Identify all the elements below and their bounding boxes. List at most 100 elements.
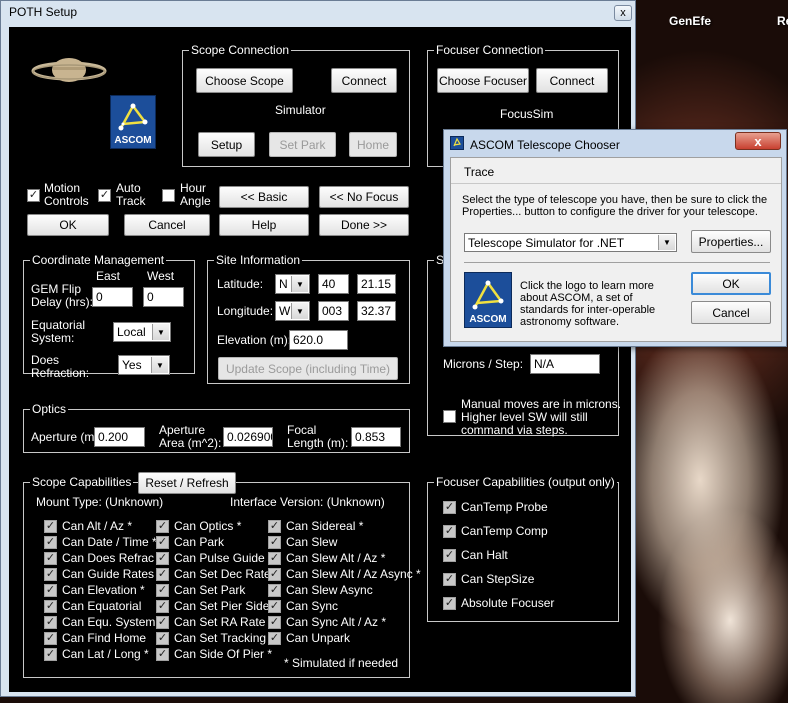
elevation-input[interactable]: 620.0 [289,330,348,350]
auto-track-label-2: Track [116,194,146,208]
capability-item: ✓ Can Set Pier Side [156,599,269,613]
chevron-down-icon[interactable]: ▼ [152,324,169,340]
choose-focuser-button[interactable]: Choose Focuser [437,68,529,93]
manual-moves-checkbox[interactable] [443,410,456,423]
focal-length-input[interactable]: 0.853 [351,427,401,447]
update-scope-button[interactable]: Update Scope (including Time) [218,357,398,380]
equatorial-system-select[interactable]: Local ▼ [113,322,171,342]
capability-item: ✓ CanTemp Probe [443,500,548,514]
microns-step-input[interactable]: N/A [530,354,600,374]
capability-label: Can Slew Alt / Az * [286,551,386,565]
focuser-capabilities-group: Focuser Capabilities (output only) ✓ CanT… [427,475,619,622]
ascom-logo[interactable]: ASCOM [464,272,512,328]
capability-checkbox: ✓ [44,583,57,597]
chevron-down-icon[interactable]: ▼ [658,235,675,250]
ascom-title-icon [450,136,464,150]
capability-label: Can Side Of Pier * [174,647,273,661]
reset-refresh-button[interactable]: Reset / Refresh [138,472,236,494]
home-button[interactable]: Home [349,132,397,157]
longitude-direction-select[interactable]: W ▼ [275,301,310,321]
west-label: West [147,269,175,283]
capability-label: Can Guide Rates [62,567,155,581]
capability-label: Can Slew Async [286,583,373,597]
gem-flip-west-input[interactable]: 0 [143,287,184,307]
capability-checkbox: ✓ [443,524,456,538]
capability-checkbox: ✓ [44,647,57,661]
scope-driver-label: Simulator [275,103,326,117]
capability-label: Can Slew Alt / Az Async * [286,567,421,581]
cancel-button[interactable]: Cancel [124,214,210,236]
focuser-connect-button[interactable]: Connect [536,68,608,93]
hour-angle-label-2: Angle [180,194,211,208]
capability-checkbox: ✓ [156,567,169,581]
setup-button[interactable]: Setup [198,132,255,157]
telescope-select[interactable]: Telescope Simulator for .NET ▼ [464,233,677,252]
close-button[interactable]: x [614,5,632,21]
gem-flip-east-input[interactable]: 0 [92,287,133,307]
capability-item: ✓ Can StepSize [443,572,534,586]
longitude-minutes-input[interactable]: 32.37 [357,301,396,321]
capability-checkbox: ✓ [156,647,169,661]
capability-label: Can Halt [461,548,508,562]
capability-label: Can Set Pier Side [174,599,270,613]
capability-checkbox: ✓ [268,631,281,645]
poth-client-area: ASCOM Scope Connection Choose Scope Conn… [9,27,631,692]
capability-item: ✓ Can Set RA Rate [156,615,265,629]
motion-controls-checkbox[interactable]: ✓ [27,189,40,202]
capability-item: ✓ Can Set Tracking [156,631,266,645]
capability-item: ✓ Can Sync [268,599,338,613]
aperture-input[interactable]: 0.200 [94,427,145,447]
latitude-minutes-input[interactable]: 21.15 [357,274,396,294]
capability-checkbox: ✓ [443,572,456,586]
focuser-driver-label: FocusSim [500,107,554,121]
chevron-down-icon[interactable]: ▼ [151,357,168,373]
longitude-degrees-input[interactable]: 003 [318,301,349,321]
auto-track-checkbox[interactable]: ✓ [98,189,111,202]
basic-button[interactable]: << Basic [219,186,309,208]
scope-connection-title: Scope Connection [189,43,292,57]
longitude-label: Longitude: [217,304,274,318]
microns-step-label: Microns / Step: [443,357,524,371]
chooser-cancel-button[interactable]: Cancel [691,301,771,324]
chevron-down-icon[interactable]: ▼ [291,303,308,319]
no-focus-button[interactable]: << No Focus [319,186,409,208]
east-label: East [96,269,121,283]
capability-checkbox: ✓ [156,631,169,645]
capability-item: ✓ Can Guide Rates [44,567,154,581]
latitude-label: Latitude: [217,277,264,291]
desktop-icon-genefe[interactable]: GenEfe [669,14,711,28]
desktop-icon-re[interactable]: Re [777,14,788,28]
done-button[interactable]: Done >> [319,214,409,236]
ok-button[interactable]: OK [27,214,109,236]
chooser-instructions: Select the type of telescope you have, t… [462,194,768,206]
optics-group: Optics Aperture (m): 0.200 Aperture Area… [23,402,410,453]
close-button[interactable]: x [735,132,781,150]
capability-checkbox: ✓ [44,631,57,645]
trace-menu[interactable]: Trace [464,166,494,178]
latitude-direction-select[interactable]: N ▼ [275,274,310,294]
capability-label: Can Pulse Guide [174,551,265,565]
choose-scope-button[interactable]: Choose Scope [196,68,293,93]
refraction-value: Yes [122,358,142,372]
ascom-logo[interactable]: ASCOM [110,95,156,149]
set-park-button[interactable]: Set Park [269,132,336,157]
chooser-ok-button[interactable]: OK [691,272,771,295]
capability-checkbox: ✓ [44,535,57,549]
capability-item: ✓ Can Equ. System * [44,615,163,629]
latitude-degrees-input[interactable]: 40 [318,274,349,294]
aperture-area-input[interactable]: 0.026900 [223,427,273,447]
chevron-down-icon[interactable]: ▼ [291,276,308,292]
capability-label: Can Set Park [174,583,246,597]
chooser-client-area: Trace Select the type of telescope you h… [450,157,782,342]
refraction-select[interactable]: Yes ▼ [118,355,170,375]
hour-angle-checkbox[interactable] [162,189,175,202]
manual-moves-note-3: command via steps. [461,423,568,437]
capability-item: ✓ Can Find Home [44,631,146,645]
help-button[interactable]: Help [219,214,309,236]
scope-connect-button[interactable]: Connect [331,68,397,93]
properties-button[interactable]: Properties... [691,230,771,253]
capability-label: Can Equ. System * [62,615,164,629]
capability-checkbox: ✓ [268,615,281,629]
capability-item: ✓ Can Date / Time * [44,535,157,549]
capability-item: ✓ CanTemp Comp [443,524,548,538]
